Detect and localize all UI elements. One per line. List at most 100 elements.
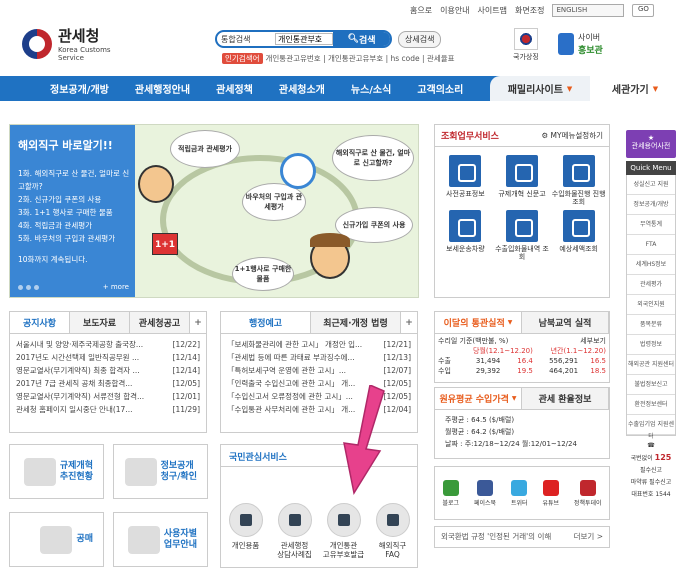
gear-icon: ⚙ xyxy=(541,131,551,140)
nav-info-disclosure[interactable]: 정보공개/개방 xyxy=(0,81,122,96)
banner-episode[interactable]: 1화. 해외직구로 산 물건, 얼마로 신고할까? xyxy=(18,167,135,193)
sitemap-link[interactable]: 사이트맵 xyxy=(478,5,507,16)
regulation-reform-status-button[interactable]: 규제개혁 추진현황 xyxy=(9,444,104,499)
home-link[interactable]: 홈으로 xyxy=(410,5,432,16)
rep-number: 대표번호 1544 xyxy=(631,491,671,498)
quick-item[interactable]: 성실신고 지원 xyxy=(627,175,675,195)
tab-oil-price[interactable]: 원유평균 수입가격 ▼ xyxy=(435,388,522,409)
quick-item[interactable]: 환전정보센터 xyxy=(627,395,675,415)
site-logo[interactable]: 관세청 Korea Customs Service xyxy=(22,25,111,62)
banner-episode[interactable]: 4화. 적립금과 관세평가 xyxy=(18,219,135,232)
quick-item[interactable]: 수출입기업 지원센터 xyxy=(627,415,675,440)
service-direct-purchase-faq[interactable]: 해외직구 FAQ xyxy=(370,503,416,559)
fx-law-banner[interactable]: 외국환법 규정 '인정된 거래'의 이해 더보기 > xyxy=(434,526,610,548)
list-item[interactable]: 「특허보세구역 운영에 관한 고시」... [12/07] xyxy=(227,364,411,377)
public-auction-button[interactable]: 공매 xyxy=(9,512,104,567)
more-link[interactable]: 더보기 > xyxy=(574,531,603,543)
facebook-link[interactable]: 페이스북 xyxy=(474,479,496,507)
nav-about-kcs[interactable]: 관세청소개 xyxy=(266,81,338,96)
direct-purchase-banner[interactable]: 해외직구 바로알기!! 1화. 해외직구로 산 물건, 얼마로 신고할까? 2화… xyxy=(9,124,419,298)
search-scope-select[interactable]: 통합검색 xyxy=(217,34,275,45)
list-item[interactable]: 2017년 7급 관세직 공채 최종합격... [12/05] xyxy=(16,377,200,390)
stamp-declare[interactable]: 필수신고 xyxy=(640,467,662,474)
list-item[interactable]: 2017년도 시간선택제 일반직공무원 ... [12/14] xyxy=(16,351,200,364)
tab-notices[interactable]: 공지사항 xyxy=(10,312,70,333)
nav-customer-voice[interactable]: 고객의소리 xyxy=(404,81,476,96)
service-bonded-vehicle[interactable]: 보세운송차량 xyxy=(437,210,494,261)
stats-row-import: 수입 29,392 19.5 464,201 18.5 xyxy=(438,367,606,375)
list-item[interactable]: 영문교열사(무기계약직) 서류전형 합격... [12/01] xyxy=(16,390,200,403)
service-personal-goods[interactable]: 개인용품 xyxy=(223,503,269,559)
user-guide-button[interactable]: 사용자별 업무안내 xyxy=(113,512,208,567)
list-item[interactable]: 「보세화물관리에 관한 고시」 개정안 입... [12/21] xyxy=(227,338,411,351)
tab-exchange-rate[interactable]: 관세 환율정보 xyxy=(522,388,609,409)
more-plus-icon[interactable]: + xyxy=(401,312,417,333)
airplane-icon xyxy=(375,503,410,537)
customs-office-label: 세관가기 xyxy=(611,85,649,96)
service-regulation-reform[interactable]: 규제개혁 신문고 xyxy=(494,155,551,206)
banner-episode[interactable]: 3화. 1+1 행사로 구매한 물품 xyxy=(18,206,135,219)
stamp-drug[interactable]: 마약류 필수신고 xyxy=(631,479,672,486)
customs-dictionary-button[interactable]: ★ 관세용어사전 xyxy=(626,130,676,158)
detail-search-button[interactable]: 상세검색 xyxy=(398,31,442,48)
magnifier-icon xyxy=(280,153,316,189)
quick-item[interactable]: 해외공관 지원센터 xyxy=(627,355,675,375)
quick-item[interactable]: 정보공개/개방 xyxy=(627,195,675,215)
policy-today-link[interactable]: 정책투데이 xyxy=(574,479,602,507)
tab-monthly-clearance[interactable]: 이달의 통관실적 ▼ xyxy=(435,312,522,333)
nav-customs-admin[interactable]: 관세행정안내 xyxy=(122,81,203,96)
how-to-use-link[interactable]: 이용안내 xyxy=(440,5,469,16)
service-tax-estimate[interactable]: 예상세액조회 xyxy=(550,210,607,261)
youtube-link[interactable]: 유튜브 xyxy=(542,479,559,507)
service-consultation-casebook[interactable]: 관세행정 상담사례집 xyxy=(272,503,318,559)
quick-item[interactable]: 법령정보 xyxy=(627,335,675,355)
screen-adjust-link[interactable]: 화면조정 xyxy=(515,5,544,16)
list-item[interactable]: 「관세법 등에 따른 과태료 부과징수에... [12/13] xyxy=(227,351,411,364)
banner-title: 해외직구 바로알기!! xyxy=(18,139,113,152)
service-cargo-history[interactable]: 수출입화물내역 조회 xyxy=(494,210,551,261)
tab-inter-korean[interactable]: 남북교역 실적 xyxy=(522,312,609,333)
quick-item[interactable]: 세계HS정보 xyxy=(627,255,675,275)
search-icon: 🔍︎ xyxy=(347,34,359,44)
blog-link[interactable]: 블로그 xyxy=(442,479,459,507)
my-menu-settings-link[interactable]: ⚙ MY메뉴설정하기 xyxy=(541,130,603,141)
quick-item[interactable]: 품목분류 xyxy=(627,315,675,335)
stats-detail-link[interactable]: 세부보기 xyxy=(536,336,609,346)
banner-pager[interactable] xyxy=(18,285,39,290)
banner-episode[interactable]: 5화. 바우처의 구입과 관세평가 xyxy=(18,232,135,245)
list-item[interactable]: 관세청 홈페이지 일시중단 안내(17... [11/29] xyxy=(16,403,200,416)
tab-recent-laws[interactable]: 최근제·개정 법령 xyxy=(311,312,401,333)
quick-item[interactable]: 불법정보신고 xyxy=(627,375,675,395)
search-input[interactable] xyxy=(275,33,333,45)
language-select[interactable]: ENGLISH xyxy=(552,4,625,17)
quick-item[interactable]: FTA xyxy=(627,235,675,255)
tab-press[interactable]: 보도자료 xyxy=(70,312,130,333)
list-item[interactable]: 서울시내 및 양양·제주국제공항 출국장... [12/22] xyxy=(16,338,200,351)
bubble-how-much-declare: 해외직구로 산 물건, 얼마로 신고할까? xyxy=(332,135,414,181)
quick-item[interactable]: 무역통계 xyxy=(627,215,675,235)
service-personal-customs-code[interactable]: 개인통관 고유부호발급 xyxy=(321,503,367,559)
popular-terms[interactable]: 개인통관고유번호 | 개인통관고유부호 | hs code | 관세율표 xyxy=(266,53,455,64)
customs-office-dropdown[interactable]: 세관가기 ▼ xyxy=(590,76,680,101)
banner-more-link[interactable]: + more xyxy=(103,283,129,291)
tab-announcements[interactable]: 관세청공고 xyxy=(130,312,190,333)
service-cargo-tracking[interactable]: 수입화물진행 진행조회 xyxy=(550,155,607,206)
quick-item[interactable]: 관세평가 xyxy=(627,275,675,295)
nav-news[interactable]: 뉴스/소식 xyxy=(338,81,404,96)
search-button[interactable]: 🔍︎ 검색 xyxy=(333,32,390,46)
family-site-label: 패밀리사이트 xyxy=(507,85,563,96)
twitter-link[interactable]: 트위터 xyxy=(511,479,528,507)
service-advance-ruling[interactable]: 사전공표정보 xyxy=(437,155,494,206)
cyber-pr-link[interactable]: 사이버 홍보관 xyxy=(558,32,603,56)
character-boy-left xyxy=(138,165,174,203)
nav-customs-policy[interactable]: 관세정책 xyxy=(203,81,266,96)
list-item[interactable]: 영문교열사(무기계약직) 최종 합격자 ... [12/14] xyxy=(16,364,200,377)
banner-episode[interactable]: 2화. 신규가입 쿠폰의 사용 xyxy=(18,193,135,206)
tab-admin-preview[interactable]: 행정예고 xyxy=(221,312,311,333)
info-disclosure-request-button[interactable]: 정보공개 청구/확인 xyxy=(113,444,208,499)
quick-item[interactable]: 외국인지원 xyxy=(627,295,675,315)
family-site-dropdown[interactable]: 패밀리사이트 ▼ xyxy=(490,76,590,101)
national-symbol-link[interactable]: 국가상징 xyxy=(513,28,539,62)
language-go-button[interactable]: GO xyxy=(632,4,655,17)
more-plus-icon[interactable]: + xyxy=(190,312,206,333)
